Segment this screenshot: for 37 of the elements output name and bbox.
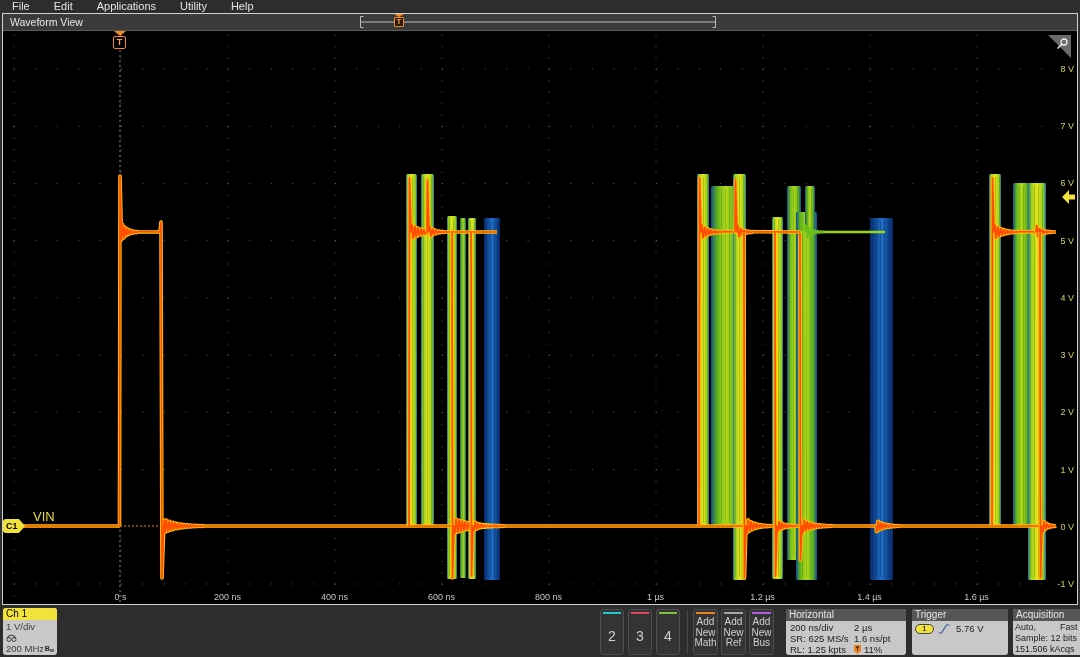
- info-panel[interactable]: Horizontal 200 ns/div 2 µs SR: 625 MS/s 1.6 ns/pt RL: 1.25 kpts 11%: [786, 609, 906, 655]
- time-scale: 200 ns/div: [790, 622, 835, 633]
- menu-item[interactable]: Help: [218, 0, 266, 12]
- menu-item[interactable]: Edit: [41, 0, 85, 12]
- acquisition-count: 151.506 kAcqs: [1015, 644, 1076, 655]
- add-button[interactable]: Add New Ref: [721, 609, 746, 655]
- panel-header: Trigger: [912, 609, 1008, 621]
- menu-item[interactable]: Applications: [84, 0, 169, 12]
- info-panel[interactable]: Trigger 1 5.76 V: [912, 609, 1008, 655]
- menu-item[interactable]: Utility: [168, 0, 219, 12]
- channel-button[interactable]: 4: [656, 609, 680, 655]
- add-button[interactable]: Add New Bus: [749, 609, 774, 655]
- time-per-point: 1.6 ns/pt: [854, 633, 892, 644]
- trigger-position: 11%: [864, 644, 883, 655]
- channel-button[interactable]: 2: [600, 609, 624, 655]
- trigger-source-tag[interactable]: 1: [915, 623, 934, 634]
- acquisition-mode-detail: Fast: [1060, 622, 1078, 633]
- rising-edge-icon: [938, 623, 950, 634]
- bandwidth-text: 200 MHz: [6, 643, 44, 654]
- probe-icon: [6, 633, 17, 642]
- trigger-level: 5.76 V: [956, 623, 984, 634]
- panel-header: Horizontal: [786, 609, 906, 621]
- acquisition-mode: Auto,: [1015, 622, 1037, 633]
- channel-button[interactable]: 3: [628, 609, 652, 655]
- info-panel[interactable]: Acquisition Auto, Fast Sample: 12 bits 151.506 kAcqs: [1013, 609, 1080, 655]
- marker-icon: [854, 645, 861, 654]
- add-button[interactable]: Add New Math: [693, 609, 718, 655]
- sample-rate: SR: 625 MS/s: [790, 633, 850, 644]
- trigger-marker[interactable]: T: [394, 14, 404, 27]
- sample-resolution: Sample: 12 bits: [1015, 633, 1079, 644]
- vertical-scale: 1 V/div: [6, 621, 37, 632]
- panel-title: Waveform View: [10, 15, 83, 30]
- record-length: RL: 1.25 kpts: [790, 644, 847, 655]
- channel-badge-header: Ch 1: [3, 608, 57, 620]
- record-duration: 2 µs: [854, 622, 874, 633]
- panel-header: Acquisition: [1013, 609, 1080, 621]
- menu-item[interactable]: File: [0, 0, 42, 12]
